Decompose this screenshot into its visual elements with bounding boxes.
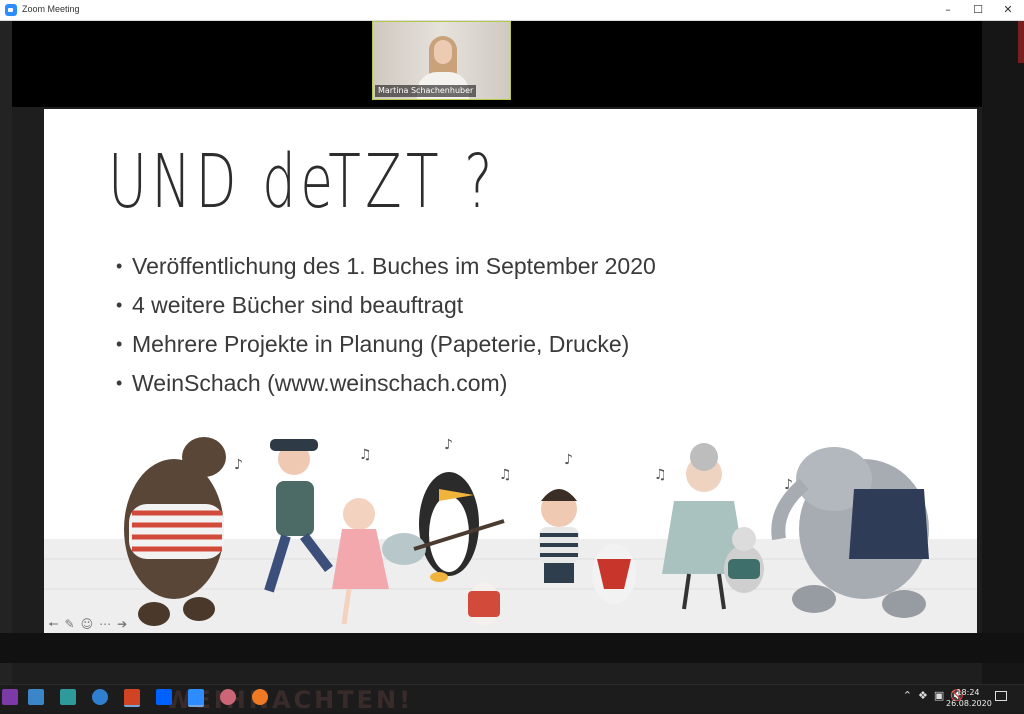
dropbox-icon[interactable] <box>156 689 172 705</box>
rabbit-figure <box>468 582 500 626</box>
slide-bullet: Veröffentlichung des 1. Buches im Septem… <box>116 247 656 286</box>
svg-text:♫: ♫ <box>654 467 667 483</box>
arrow-right-icon[interactable]: ➔ <box>117 617 127 631</box>
chevron-up-icon[interactable]: ⌃ <box>903 689 912 702</box>
slide-bullet: 4 weitere Bücher sind beauftragt <box>116 286 656 325</box>
network-icon[interactable]: ▣ <box>934 689 944 702</box>
minimize-button[interactable]: – <box>932 0 964 20</box>
maximize-button[interactable]: ☐ <box>962 0 994 20</box>
participant-face <box>434 40 452 64</box>
svg-text:♪: ♪ <box>784 477 793 493</box>
side-panel-edge <box>982 21 1024 684</box>
elephant-figure <box>771 447 929 618</box>
svg-text:♪: ♪ <box>564 452 573 468</box>
pen-icon[interactable]: ✎ <box>65 617 75 631</box>
participant-video-tile[interactable]: Martina Schachenhuber <box>372 21 511 100</box>
app-icon[interactable] <box>60 689 76 705</box>
slide-bullet: WeinSchach (www.weinschach.com) <box>116 364 656 403</box>
powerpoint-icon[interactable] <box>124 689 140 707</box>
svg-text:♪: ♪ <box>234 457 243 473</box>
zoom-icon[interactable] <box>188 689 204 707</box>
svg-text:♫: ♫ <box>359 447 372 463</box>
paint-icon[interactable] <box>220 689 236 705</box>
svg-text:♪: ♪ <box>444 437 453 453</box>
window-titlebar: Zoom Meeting – ☐ ✕ <box>0 0 1024 21</box>
firefox-icon[interactable] <box>252 689 268 705</box>
close-button[interactable]: ✕ <box>992 0 1024 20</box>
zoom-app-icon <box>5 4 17 16</box>
slide-toolbar: 🠔 ✎ ☺ ⋯ ➔ <box>48 617 127 631</box>
slide-bullet-list: Veröffentlichung des 1. Buches im Septem… <box>116 247 656 403</box>
taskbar-clock[interactable]: 18:24 26.08.2020 <box>946 687 992 709</box>
files-icon[interactable] <box>28 689 44 705</box>
shared-slide: UND deTZT ? Veröffentlichung des 1. Buch… <box>44 109 977 633</box>
participant-name: Martina Schachenhuber <box>375 85 477 97</box>
arrow-left-icon[interactable]: 🠔 <box>48 617 59 631</box>
onenote-icon[interactable] <box>2 689 18 705</box>
edge-icon[interactable] <box>92 689 108 705</box>
windows-taskbar: WEIHNACHTEN! ⌃ ❖ ▣ 🔇 18:24 26.08.2020 <box>0 684 1024 714</box>
dropbox-icon[interactable]: ❖ <box>918 689 928 702</box>
window-title: Zoom Meeting <box>22 4 80 14</box>
slide-title: UND deTZT ? <box>108 139 497 225</box>
mouse-figure <box>592 544 636 604</box>
clock-time: 18:24 <box>956 688 980 697</box>
boy-figure <box>539 489 579 583</box>
slide-bullet: Mehrere Projekte in Planung (Papeterie, … <box>116 325 656 364</box>
meeting-bottom-band <box>0 633 1024 663</box>
smiley-icon[interactable]: ☺ <box>81 617 94 631</box>
left-strip <box>0 21 12 684</box>
notification-icon[interactable] <box>995 691 1007 701</box>
clock-date: 26.08.2020 <box>946 699 992 708</box>
svg-text:♫: ♫ <box>499 467 512 483</box>
more-icon[interactable]: ⋯ <box>99 617 111 631</box>
dancing-animals-illustration: ♪ ♫ ♪ ♫ ♪ ♫ ♪ <box>44 437 977 633</box>
